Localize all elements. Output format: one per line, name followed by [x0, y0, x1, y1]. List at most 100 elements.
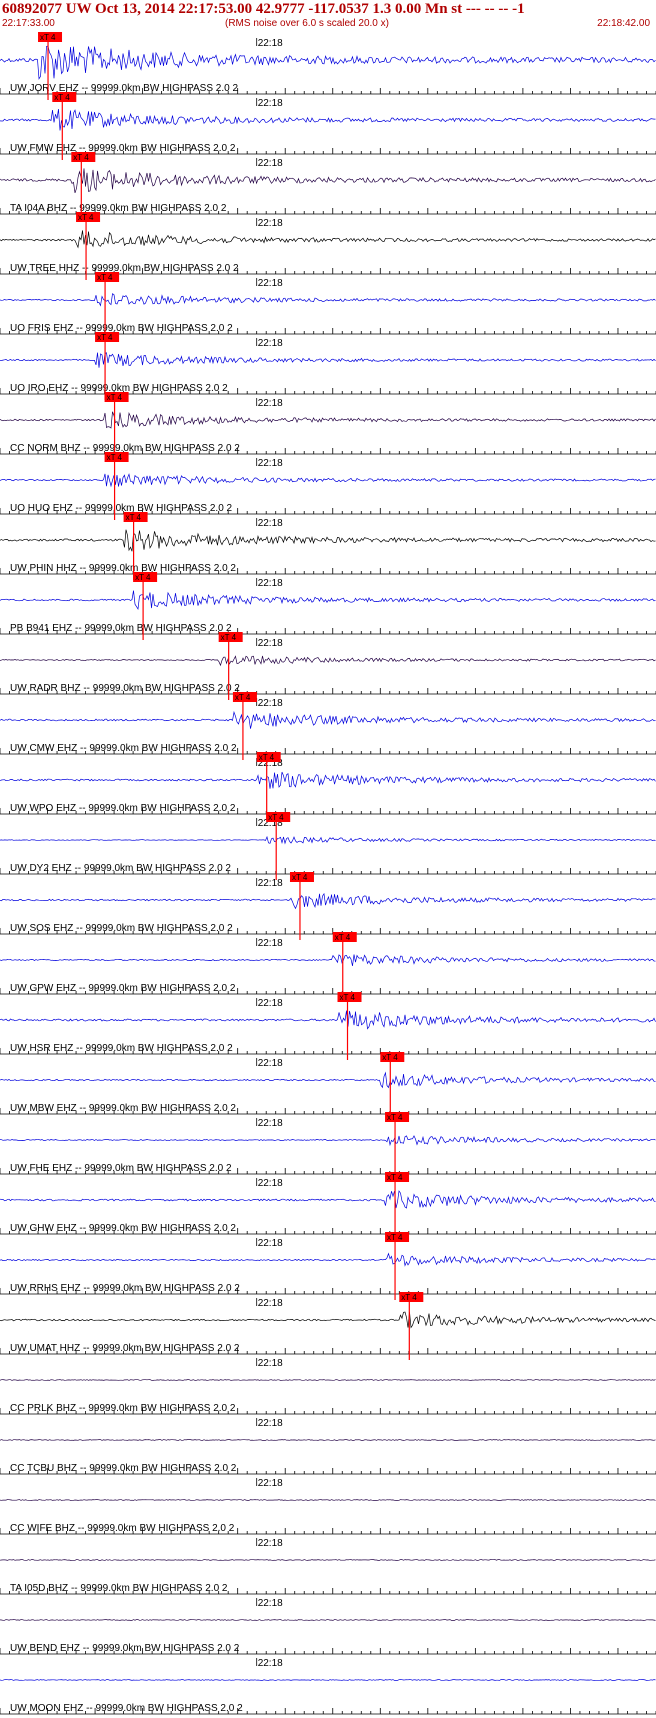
trace-panel: 22:18 UW RADR BHZ -- 99999.0km BW HIGHPAS…	[0, 632, 656, 700]
station-label: UW BEND EHZ -- 99999.0km BW HIGHPASS 2.0…	[10, 1643, 240, 1654]
pick-label: xT 4	[107, 453, 123, 462]
seismogram-plot: 22:18 UW JORV EHZ -- 99999.0km BW HIGHPAS…	[0, 32, 656, 1715]
minute-tick-label: 22:18	[258, 1478, 283, 1489]
trace-panel: 22:18 UW MOON EHZ -- 99999.0km BW HIGHPAS…	[0, 1658, 656, 1715]
station-label: CC WIFE BHZ -- 99999.0km BW HIGHPASS 2.0…	[10, 1523, 235, 1534]
station-label: UO HUO EHZ -- 99999.0km BW HIGHPASS 2.0 …	[10, 503, 233, 514]
waveform-line	[0, 352, 656, 368]
minute-tick-label: 22:18	[258, 1178, 283, 1189]
minute-tick-label: 22:18	[258, 1538, 283, 1549]
waveform-line	[0, 892, 656, 910]
waveform-line	[0, 954, 656, 966]
waveform-line	[0, 771, 656, 789]
pick-label: xT 4	[78, 213, 94, 222]
trace-panel: 22:18 UW SOS EHZ -- 99999.0km BW HIGHPASS…	[0, 872, 656, 940]
pick-label: xT 4	[97, 333, 113, 342]
trace-panel: 22:18 UW BEND EHZ -- 99999.0km BW HIGHPAS…	[0, 1598, 656, 1655]
waveform-line	[0, 1252, 656, 1267]
trace-panel: 22:18 CC PRLK BHZ -- 99999.0km BW HIGHPAS…	[0, 1358, 656, 1415]
pick-label: xT 4	[382, 1053, 398, 1062]
pick-label: xT 4	[73, 153, 89, 162]
waveform-line	[0, 473, 656, 488]
station-label: TA I05D BHZ -- 99999.0km BW HIGHPASS 2.0…	[10, 1583, 228, 1594]
station-label: UW WPO EHZ -- 99999.0km BW HIGHPASS 2.0 …	[10, 803, 236, 814]
station-label: UW GPW EHZ -- 99999.0km BW HIGHPASS 2.0 …	[10, 983, 236, 994]
waveform-line	[0, 529, 656, 552]
pick-label: xT 4	[387, 1113, 403, 1122]
minute-tick-label: 22:18	[258, 458, 283, 469]
station-label: UW RADR BHZ -- 99999.0km BW HIGHPASS 2.0…	[10, 683, 240, 694]
pick-label: xT 4	[335, 933, 351, 942]
pick-label: xT 4	[268, 813, 284, 822]
minute-tick-label: 22:18	[258, 1658, 283, 1669]
waveform-line	[0, 710, 656, 729]
trace-panel: 22:18 TA I04A BHZ -- 99999.0km BW HIGHPAS…	[0, 152, 656, 220]
trace-panel: 22:18 UW UMAT HHZ -- 99999.0km BW HIGHPAS…	[0, 1292, 656, 1360]
trace-panel: 22:18 CC TCBU BHZ -- 99999.0km BW HIGHPAS…	[0, 1418, 656, 1475]
station-label: UW TREE HHZ -- 99999.0km BW HIGHPASS 2.0…	[10, 263, 239, 274]
waveform-line	[0, 655, 656, 667]
waveform-line	[0, 1499, 656, 1501]
waveform-line	[0, 1190, 656, 1209]
trace-panel: 22:18 UW RRHS EHZ -- 99999.0km BW HIGHPAS…	[0, 1232, 656, 1300]
station-label: TA I04A BHZ -- 99999.0km BW HIGHPASS 2.0…	[10, 203, 227, 214]
station-label: CC TCBU BHZ -- 99999.0km BW HIGHPASS 2.0…	[10, 1463, 237, 1474]
waveform-line	[0, 1311, 656, 1329]
minute-tick-label: 22:18	[258, 218, 283, 229]
minute-tick-label: 22:18	[258, 878, 283, 889]
pick-label: xT 4	[221, 633, 237, 642]
minute-tick-label: 22:18	[258, 698, 283, 709]
trace-panel: 22:18 CC WIFE BHZ -- 99999.0km BW HIGHPAS…	[0, 1478, 656, 1535]
waveform-line	[0, 835, 656, 845]
trace-panel: 22:18 UO FRIS EHZ -- 99999.0km BW HIGHPAS…	[0, 272, 656, 340]
minute-tick-label: 22:18	[258, 578, 283, 589]
pick-label: xT 4	[40, 33, 56, 42]
minute-tick-label: 22:18	[258, 1418, 283, 1429]
waveform-line	[0, 168, 656, 194]
minute-tick-label: 22:18	[258, 278, 283, 289]
minute-tick-label: 22:18	[258, 1058, 283, 1069]
trace-panel: 22:18 UO HUO EHZ -- 99999.0km BW HIGHPASS…	[0, 452, 656, 520]
waveform-line	[0, 45, 656, 80]
trace-panel: 22:18 PB B941 EHZ -- 99999.0km BW HIGHPAS…	[0, 572, 656, 640]
trace-panel: 22:18UW WPO EHZ -- 99999.0km BW HIGHPASS…	[0, 752, 656, 820]
trace-panel: 22:18CC NORM BHZ -- 99999.0km BW HIGHPAS…	[0, 392, 656, 460]
waveform-line	[0, 293, 656, 307]
trace-panel: 22:18UO IRO EHZ -- 99999.0km BW HIGHPASS…	[0, 332, 656, 400]
pick-label: xT 4	[387, 1173, 403, 1182]
minute-tick-label: 22:18	[258, 38, 283, 49]
station-label: UW MBW EHZ -- 99999.0km BW HIGHPASS 2.0 …	[10, 1103, 236, 1114]
minute-tick-label: 22:18	[258, 1118, 283, 1129]
station-label: UW SOS EHZ -- 99999.0km BW HIGHPASS 2.0 …	[10, 923, 233, 934]
station-label: UW MOON EHZ -- 99999.0km BW HIGHPASS 2.0…	[10, 1703, 243, 1714]
trace-panel: 22:18 UW GPW EHZ -- 99999.0km BW HIGHPASS…	[0, 932, 656, 1000]
pick-label: xT 4	[387, 1233, 403, 1242]
station-label: UW HSR EHZ -- 99999.0km BW HIGHPASS 2.0 …	[10, 1043, 233, 1054]
trace-panel: 22:18 TA I05D BHZ -- 99999.0km BW HIGHPAS…	[0, 1538, 656, 1595]
station-label: UW DY2 EHZ -- 99999.0km BW HIGHPASS 2.0 …	[10, 863, 231, 874]
waveform-line	[0, 411, 656, 429]
trace-panel: 22:18 UW CMW EHZ -- 99999.0km BW HIGHPASS…	[0, 692, 656, 760]
trace-panel: 22:18 UW FHE EHZ -- 99999.0km BW HIGHPASS…	[0, 1112, 656, 1180]
trace-panel: 22:18 UW GHW EHZ -- 99999.0km BW HIGHPASS…	[0, 1172, 656, 1240]
minute-tick-label: 22:18	[258, 98, 283, 109]
pick-label: xT 4	[401, 1293, 417, 1302]
station-label: UO FRIS EHZ -- 99999.0km BW HIGHPASS 2.0…	[10, 323, 233, 334]
pick-label: xT 4	[235, 693, 251, 702]
trace-panel: 22:18 UW PHIN HHZ -- 99999.0km BW HIGHPAS…	[0, 512, 656, 580]
waveform-line	[0, 109, 656, 131]
pick-label: xT 4	[135, 573, 151, 582]
waveform-line	[0, 1135, 656, 1147]
trace-panel: 22:18 UW FMW EHZ -- 99999.0km BW HIGHPASS…	[0, 92, 656, 160]
minute-tick-label: 22:18	[258, 1598, 283, 1609]
station-label: UW UMAT HHZ -- 99999.0km BW HIGHPASS 2.0…	[10, 1343, 240, 1354]
waveform-line	[0, 1559, 656, 1561]
minute-tick-label: 22:18	[258, 1298, 283, 1309]
station-label: UW JORV EHZ -- 99999.0km BW HIGHPASS 2.0…	[10, 83, 238, 94]
minute-tick-label: 22:18	[258, 938, 283, 949]
minute-tick-label: 22:18	[258, 998, 283, 1009]
trace-panel: 22:18 UW TREE HHZ -- 99999.0km BW HIGHPAS…	[0, 212, 656, 280]
trace-panel: 22:18 UW MBW EHZ -- 99999.0km BW HIGHPASS…	[0, 1052, 656, 1120]
minute-tick-label: 22:18	[258, 518, 283, 529]
station-label: UW FHE EHZ -- 99999.0km BW HIGHPASS 2.0 …	[10, 1163, 232, 1174]
